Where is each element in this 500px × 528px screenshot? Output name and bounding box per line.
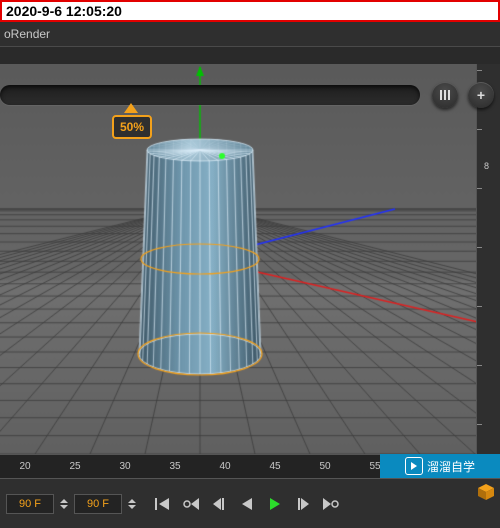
panel-title: oRender — [4, 27, 50, 41]
prev-key-icon — [183, 497, 199, 511]
progress-slider-track[interactable] — [0, 85, 420, 105]
step-back-button[interactable] — [208, 493, 230, 515]
ruler-label: 8 — [484, 161, 489, 171]
play-logo-icon — [405, 457, 423, 475]
slider-value-text: 50% — [120, 120, 144, 134]
step-forward-icon — [295, 497, 311, 511]
go-to-start-button[interactable] — [152, 493, 174, 515]
viewport-canvas[interactable] — [0, 64, 500, 454]
timeline-tick[interactable]: 25 — [50, 461, 100, 472]
stepper-arrows-icon[interactable] — [60, 499, 68, 509]
timestamp-text: 2020-9-6 12:05:20 — [6, 3, 122, 19]
pause-render-button[interactable] — [432, 82, 458, 108]
slider-thumb-pointer[interactable] — [124, 103, 138, 113]
watermark-text: 溜溜自学 — [427, 458, 475, 475]
timeline-tick[interactable]: 35 — [150, 461, 200, 472]
step-forward-button[interactable] — [292, 493, 314, 515]
frame-end-field[interactable]: 90 F — [74, 494, 122, 514]
stepper-arrows-icon[interactable] — [128, 499, 136, 509]
play-back-button[interactable] — [236, 493, 258, 515]
play-icon — [268, 497, 282, 511]
go-to-start-icon — [155, 497, 171, 511]
timeline-tick[interactable]: 50 — [300, 461, 350, 472]
add-button[interactable]: + — [468, 82, 494, 108]
plus-icon: + — [477, 87, 485, 103]
timeline-tick[interactable]: 40 — [200, 461, 250, 472]
watermark-badge: 溜溜自学 — [380, 454, 500, 478]
play-button[interactable] — [264, 493, 286, 515]
timeline-tick[interactable]: 30 — [100, 461, 150, 472]
right-ruler[interactable]: 8 — [476, 64, 500, 454]
play-controls-bar: 90 F 90 F — [0, 478, 500, 528]
viewport[interactable] — [0, 64, 500, 454]
frame-start-field[interactable]: 90 F — [6, 494, 54, 514]
top-separator — [0, 46, 500, 64]
panel-title-bar: oRender — [0, 22, 500, 46]
timeline-tick[interactable]: 20 — [0, 461, 50, 472]
step-back-icon — [211, 497, 227, 511]
material-cube-icon[interactable] — [476, 482, 496, 502]
slider-value-badge: 50% — [112, 115, 152, 139]
next-key-button[interactable] — [320, 493, 342, 515]
play-back-icon — [240, 497, 254, 511]
pause-icon — [440, 90, 450, 100]
timeline-tick[interactable]: 45 — [250, 461, 300, 472]
next-key-icon — [323, 497, 339, 511]
prev-key-button[interactable] — [180, 493, 202, 515]
timestamp-bar: 2020-9-6 12:05:20 — [0, 0, 500, 22]
